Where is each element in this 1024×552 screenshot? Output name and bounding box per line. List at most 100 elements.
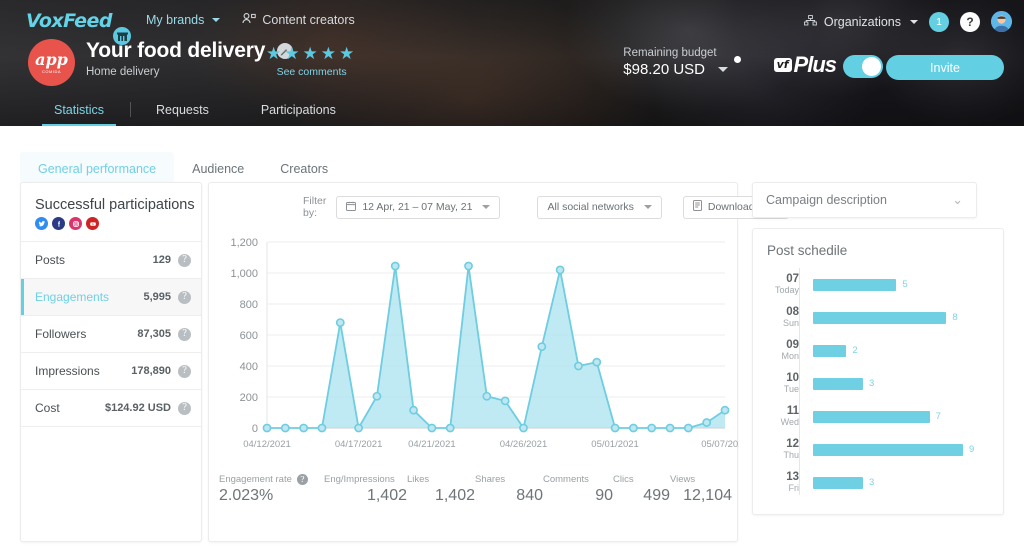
metric-cost-value: $124.92 USD [104,402,171,414]
post-schedule-bar [813,278,897,291]
post-schedule-date: 11 Wed [767,405,799,428]
stat-likes-label: Likes [407,474,430,485]
post-schedule-day: 11 [786,404,799,417]
rating-block: ★★★★★ See comments [266,44,357,78]
vf-plus-toggle[interactable] [843,55,883,78]
panel-title: Successful participations [35,197,195,213]
campaign-avatar: app COMIDA [28,39,75,86]
facebook-icon[interactable] [52,217,65,230]
post-schedule-dow: Mon [781,351,799,362]
info-icon[interactable]: ? [178,327,191,341]
post-schedule-dow: Fri [788,483,800,494]
organizations-menu[interactable]: Organizations [803,14,918,29]
stat-engagement-rate: Engagement rate ? 2.023% [219,474,324,505]
post-schedule-date: 13 Fri [767,471,799,494]
svg-text:1,000: 1,000 [230,268,258,280]
nav-my-brands[interactable]: My brands [146,13,221,27]
svg-text:04/17/2021: 04/17/2021 [335,439,383,450]
metric-impressions-label: Impressions [35,364,100,378]
info-icon[interactable]: ? [178,290,191,304]
post-schedule-bar [813,377,863,390]
metric-cost[interactable]: Cost $124.92 USD ? [21,390,201,427]
engagements-area-chart[interactable]: 0 200 400 600 800 1,000 1,200 04/12/2021 04/17/2… [209,228,739,468]
org-chart-icon [803,14,817,29]
subtab-audience-label: Audience [192,162,245,176]
social-network-icons [21,213,201,230]
subtab-creators-label: Creators [280,162,329,176]
post-schedule-count: 5 [902,279,908,290]
post-schedule-row[interactable]: 10 Tue 3 [767,367,1003,400]
stat-comments: Comments 90 [543,474,613,505]
chevron-down-icon[interactable]: ⌄ [952,192,963,208]
users-icon [242,13,257,27]
instagram-icon[interactable] [69,217,82,230]
chevron-down-icon [212,18,221,22]
metric-impressions[interactable]: Impressions 178,890 ? [21,353,201,390]
stat-views-value: 12,104 [683,487,732,504]
post-schedule-day: 13 [786,470,799,483]
info-icon[interactable]: ? [178,401,191,415]
stat-shares-label: Shares [475,474,506,485]
stat-eng-impressions-label: Eng/Impressions [324,474,395,485]
metric-engagements[interactable]: Engagements 5,995 ? [21,279,201,316]
see-comments-link[interactable]: See comments [266,66,357,78]
info-icon[interactable]: ? [178,253,191,267]
stat-shares-value: 840 [516,487,543,504]
metric-cost-label: Cost [35,401,60,415]
stat-eng-impressions-value: 1,402 [366,487,407,504]
campaign-description-panel[interactable]: Campaign description ⌄ [752,182,977,218]
post-schedule-row[interactable]: 07 Today 5 [767,268,1003,301]
stat-clics-value: 499 [643,487,670,504]
stat-views: Views 12,104 [670,474,732,505]
performance-chart-panel: Filter by: 12 Apr, 21 – 07 May, 21 All s… [208,182,790,542]
tab-statistics[interactable]: Statistics [28,103,130,126]
main-tabs: Statistics Requests Participations [28,102,362,126]
tab-requests-label: Requests [156,103,209,117]
post-schedule-row[interactable]: 11 Wed 7 [767,400,1003,433]
nav-content-creators[interactable]: Content creators [242,13,355,27]
stat-views-label: Views [670,474,696,485]
date-range-picker[interactable]: 12 Apr, 21 – 07 May, 21 [336,195,501,219]
campaign-description-title: Campaign description [766,193,887,207]
tab-requests[interactable]: Requests [130,102,235,126]
post-schedule-bar [813,476,863,489]
help-label: ? [966,14,974,29]
vf-mark: vf [773,58,792,72]
post-schedule-row[interactable]: 09 Mon 2 [767,334,1003,367]
campaign-subtitle: Home delivery [86,66,160,78]
star-rating: ★★★★★ [266,44,358,63]
post-schedule-row[interactable]: 13 Fri 3 [767,466,1003,499]
info-icon[interactable]: ? [178,364,191,378]
post-schedule-count: 9 [969,444,975,455]
help-icon[interactable]: ? [960,11,980,32]
twitter-icon[interactable] [35,217,48,230]
metric-posts[interactable]: Posts 129 ? [21,242,201,279]
remaining-budget-value-row[interactable]: $98.20 USD [623,61,728,78]
stat-eng-impressions: Eng/Impressions 1,402 [324,474,407,505]
successful-participations-panel: Successful participations Posts 129 ? En… [20,182,202,542]
tab-statistics-label: Statistics [54,103,105,117]
post-schedule-day: 12 [786,437,799,450]
metric-followers[interactable]: Followers 87,305 ? [21,316,201,353]
youtube-icon[interactable] [86,217,99,230]
post-schedule-row[interactable]: 08 Sun 8 [767,301,1003,334]
svg-text:800: 800 [240,299,258,311]
post-schedule-day: 10 [786,371,799,384]
post-schedule-count: 3 [869,378,875,389]
user-avatar-icon[interactable] [991,11,1012,32]
svg-text:05/01/2021: 05/01/2021 [591,439,639,450]
info-icon[interactable]: ? [296,474,308,485]
tab-participations[interactable]: Participations [235,103,362,126]
info-dot-icon[interactable] [734,56,741,63]
social-network-select[interactable]: All social networks [537,195,662,219]
metric-posts-label: Posts [35,253,66,267]
post-schedule-row[interactable]: 12 Thu 9 [767,433,1003,466]
post-schedule-bar [813,344,847,357]
post-schedule-date: 10 Tue [767,372,799,395]
invite-button[interactable]: Invite [886,55,1004,80]
voxfeed-logo[interactable]: VoxFeed [26,10,113,32]
metric-engagements-value: 5,995 [143,291,171,303]
post-schedule-count: 3 [869,477,875,488]
notification-badge[interactable]: 1 [929,11,949,32]
post-schedule-dow: Tue [783,384,799,395]
